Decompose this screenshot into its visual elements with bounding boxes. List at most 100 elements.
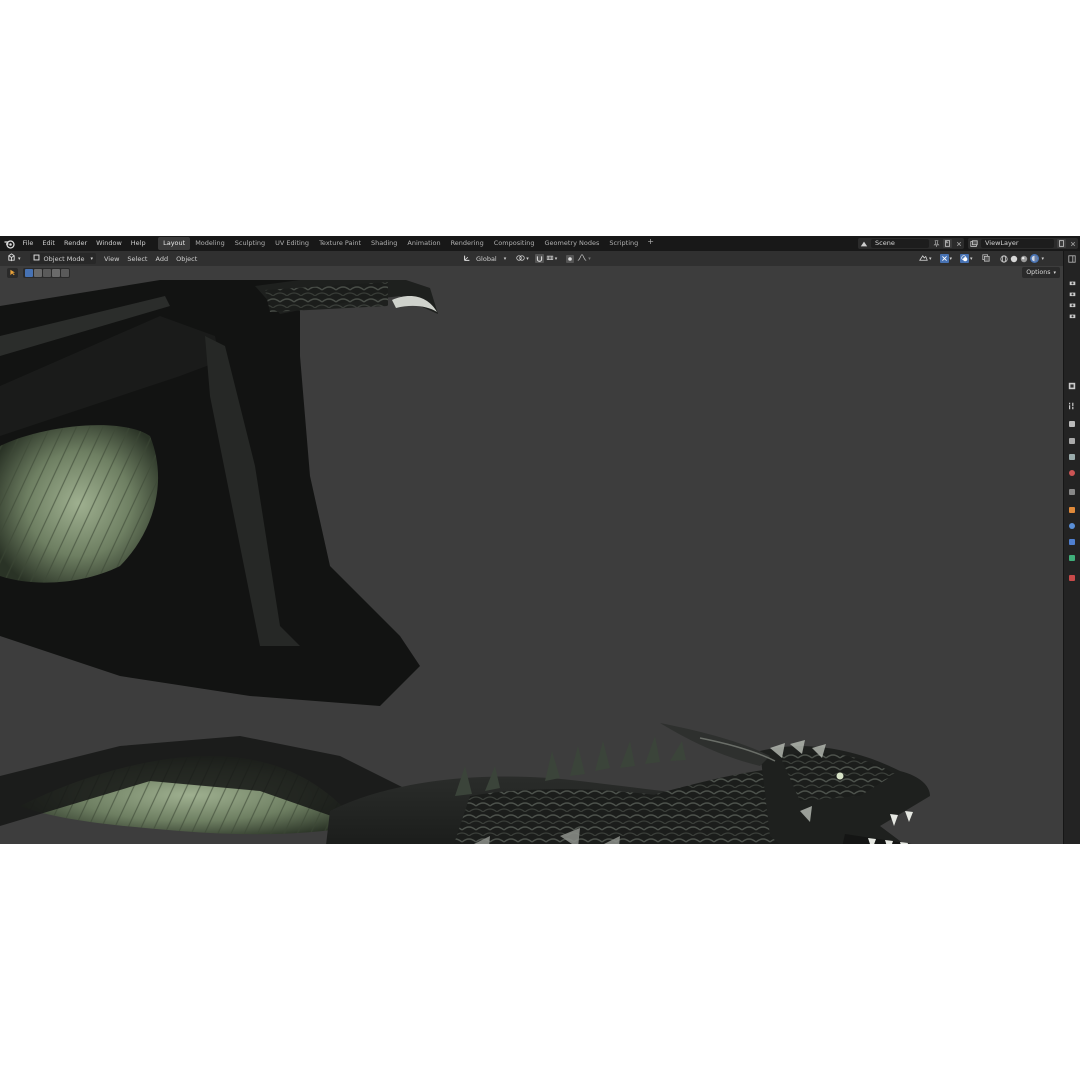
properties-tab-strip [1063, 251, 1080, 844]
physics-properties-icon[interactable] [1067, 553, 1077, 563]
viewport-header: ▾ Object Mode ▾ View Select Add Object G… [0, 251, 1080, 266]
3d-viewport-icon [7, 253, 16, 264]
proportional-edit-button[interactable]: ▾ [563, 253, 594, 264]
scene-icon[interactable] [859, 239, 868, 248]
menu-window[interactable]: Window [92, 236, 127, 251]
proportional-edit-icon [566, 254, 575, 263]
visibility-button[interactable]: ▾ [916, 253, 935, 264]
mode-dropdown[interactable]: Object Mode ▾ [29, 253, 96, 264]
active-tool-button[interactable] [7, 268, 18, 278]
viewport-display-tools: ▾ ▾ ▾ ▾ [916, 253, 1047, 264]
tab-rendering[interactable]: Rendering [446, 237, 489, 250]
snap-target-icon [546, 254, 554, 263]
blender-logo-icon[interactable] [3, 238, 15, 250]
shading-mode-group: ▾ [996, 253, 1048, 264]
view-layer-icon[interactable] [969, 239, 978, 248]
tab-sculpting[interactable]: Sculpting [230, 237, 270, 250]
tool-properties-icon[interactable] [1067, 401, 1077, 411]
menu-edit[interactable]: Edit [38, 236, 60, 251]
select-intersect-icon[interactable] [61, 269, 69, 277]
rendered-shading-icon[interactable] [1029, 254, 1039, 263]
menu-object[interactable]: Object [172, 255, 201, 263]
wireframe-shading-icon[interactable] [999, 254, 1008, 263]
camera-icon[interactable] [1067, 311, 1077, 321]
workspace-tabs: Layout Modeling Sculpting UV Editing Tex… [158, 237, 658, 250]
transform-tools: Global ▾ ▾ ▾ ▾ [460, 253, 594, 264]
xray-icon [981, 253, 990, 264]
sidebar-toggle-icon[interactable] [1067, 254, 1077, 264]
tab-geometry-nodes[interactable]: Geometry Nodes [540, 237, 605, 250]
chevron-down-icon: ▾ [970, 255, 973, 262]
chevron-down-icon[interactable]: ▾ [1042, 256, 1045, 262]
chevron-down-icon: ▾ [90, 255, 93, 262]
cursor-arrow-icon [9, 269, 16, 278]
chevron-down-icon: ▾ [503, 255, 507, 262]
tab-layout[interactable]: Layout [158, 237, 191, 250]
output-properties-icon[interactable] [1067, 436, 1077, 446]
options-dropdown[interactable]: Options ▾ [1022, 267, 1060, 278]
world-properties-icon[interactable] [1067, 487, 1077, 497]
falloff-icon [577, 254, 587, 263]
render-properties-icon[interactable] [1067, 419, 1077, 429]
camera-icon[interactable] [1067, 300, 1077, 310]
scene-name-field[interactable]: Scene [871, 239, 929, 248]
solid-shading-icon[interactable] [1010, 255, 1018, 263]
xray-button[interactable] [979, 253, 993, 264]
menu-view[interactable]: View [100, 255, 123, 263]
tab-uv-editing[interactable]: UV Editing [270, 237, 314, 250]
new-scene-icon[interactable] [943, 239, 952, 248]
snap-button[interactable]: ▾ [532, 253, 561, 264]
select-extend-icon[interactable] [34, 269, 42, 277]
delete-view-layer-icon[interactable] [1068, 239, 1077, 248]
chevron-down-icon: ▾ [588, 255, 591, 262]
chevron-down-icon: ▾ [1053, 269, 1056, 276]
pivot-point-button[interactable]: ▾ [513, 253, 532, 264]
camera-icon[interactable] [1067, 289, 1077, 299]
tab-modeling[interactable]: Modeling [190, 237, 230, 250]
tab-texture-paint[interactable]: Texture Paint [314, 237, 366, 250]
transform-orientation-dropdown[interactable]: Global ▾ [460, 253, 509, 264]
tab-shading[interactable]: Shading [366, 237, 402, 250]
menu-select[interactable]: Select [123, 255, 151, 263]
orientation-icon [463, 254, 471, 264]
select-invert-icon[interactable] [52, 269, 60, 277]
panel-icon[interactable] [1067, 381, 1077, 391]
chevron-down-icon: ▾ [526, 255, 529, 262]
tab-animation[interactable]: Animation [402, 237, 445, 250]
mode-label: Object Mode [43, 254, 85, 263]
tab-compositing[interactable]: Compositing [489, 237, 540, 250]
select-subtract-icon[interactable] [43, 269, 51, 277]
select-new-icon[interactable] [25, 269, 33, 277]
pin-icon[interactable] [932, 239, 941, 248]
view-layer-properties-icon[interactable] [1067, 452, 1077, 462]
tab-scripting[interactable]: Scripting [604, 237, 643, 250]
object-mode-icon [33, 254, 40, 263]
editor-type-button[interactable]: ▾ [4, 253, 24, 264]
menu-help[interactable]: Help [126, 236, 150, 251]
texture-properties-icon[interactable] [1067, 573, 1077, 583]
menu-file[interactable]: File [18, 236, 38, 251]
material-preview-icon[interactable] [1020, 255, 1028, 263]
new-view-layer-icon[interactable] [1057, 239, 1066, 248]
blender-window: File Edit Render Window Help Layout Mode… [0, 236, 1080, 844]
add-workspace-button[interactable]: + [643, 237, 658, 250]
main-menu: File Edit Render Window Help [18, 236, 150, 251]
menu-render[interactable]: Render [59, 236, 91, 251]
options-label: Options [1026, 269, 1051, 276]
object-visibility-icon [919, 254, 928, 264]
3d-viewport[interactable] [0, 280, 1063, 844]
modifier-properties-icon[interactable] [1067, 537, 1077, 547]
selection-mode-group [23, 268, 70, 278]
scene-properties-icon[interactable] [1067, 468, 1077, 478]
view-layer-selector: ViewLayer [968, 238, 1078, 249]
menu-add[interactable]: Add [151, 255, 172, 263]
gizmo-button[interactable]: ▾ [937, 253, 956, 264]
snap-magnet-icon [534, 254, 544, 263]
view-layer-name-field[interactable]: ViewLayer [981, 239, 1054, 248]
scene-selector: Scene [858, 238, 964, 249]
delete-scene-icon[interactable] [954, 239, 963, 248]
object-properties-icon[interactable] [1067, 521, 1077, 531]
camera-icon[interactable] [1067, 278, 1077, 288]
collection-properties-icon[interactable] [1067, 505, 1077, 515]
overlay-button[interactable]: ▾ [957, 253, 976, 264]
